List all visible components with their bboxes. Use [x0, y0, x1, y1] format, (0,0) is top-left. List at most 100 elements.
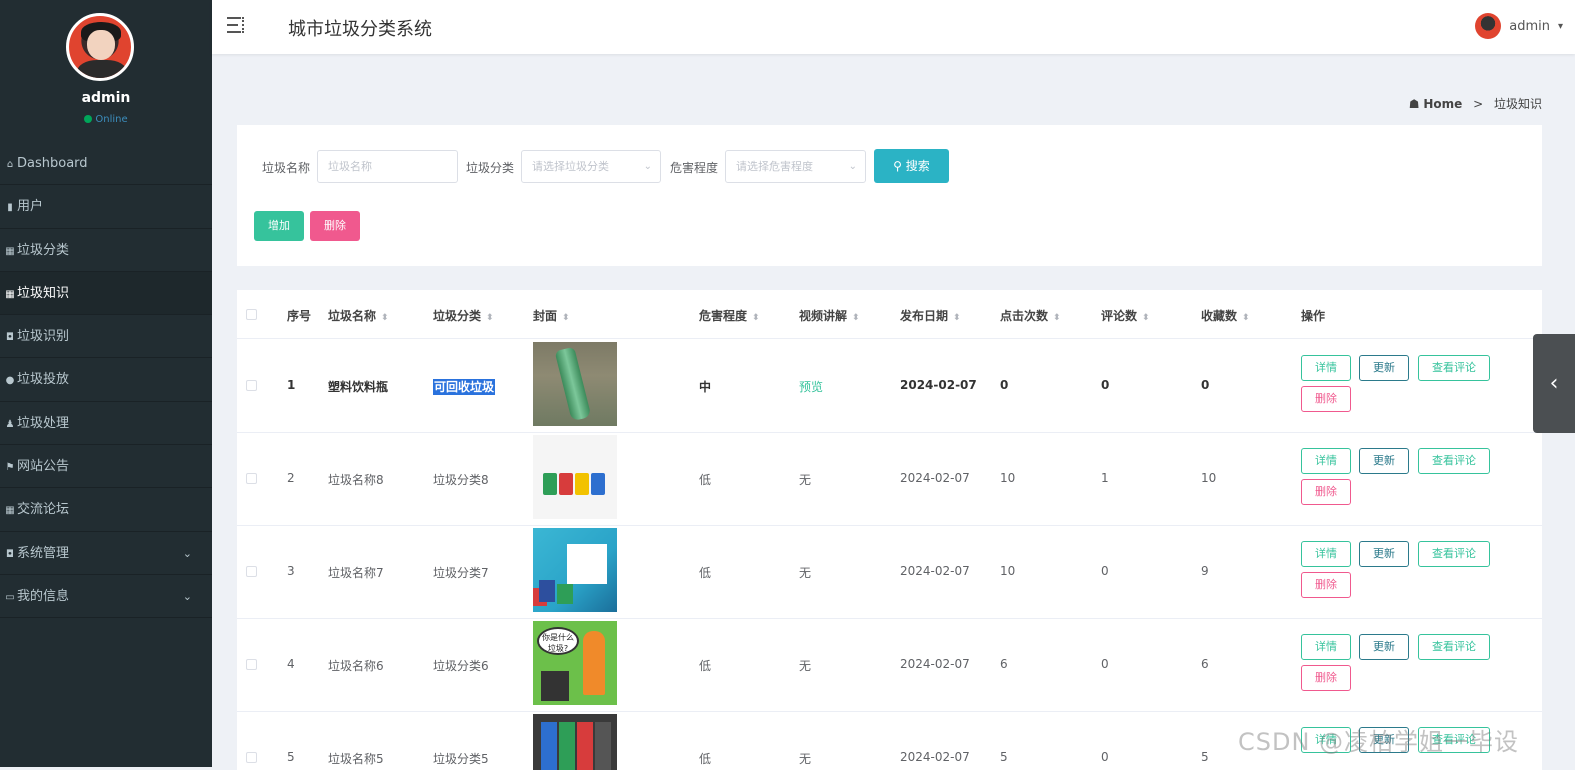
cell-favorites: 6 — [1201, 657, 1209, 671]
grid-icon: ▦ — [5, 288, 15, 300]
chevron-down-icon: ▾ — [1557, 20, 1563, 32]
sidebar-item-garbage-disposal[interactable]: ● 垃圾投放 — [0, 358, 212, 402]
chevron-down-icon: ⌄ — [182, 589, 192, 603]
cell-hazard: 低 — [699, 752, 712, 766]
update-button[interactable]: 更新 — [1359, 448, 1409, 474]
name-search-input[interactable]: 垃圾名称 — [317, 150, 458, 183]
row-checkbox[interactable] — [246, 659, 257, 670]
hazard-select-placeholder: 请选择危害程度 — [736, 160, 813, 173]
update-button[interactable]: 更新 — [1359, 355, 1409, 381]
column-header[interactable]: 封面 ⬍ — [533, 307, 570, 324]
breadcrumb-separator: > — [1473, 97, 1484, 111]
menu-toggle-icon[interactable] — [227, 17, 245, 35]
view-comments-button[interactable]: 查看评论 — [1418, 448, 1490, 474]
sidebar-item-announcements[interactable]: ⚑ 网站公告 — [0, 445, 212, 489]
column-header[interactable]: 危害程度 ⬍ — [699, 307, 760, 324]
update-button[interactable]: 更新 — [1359, 634, 1409, 660]
detail-button[interactable]: 详情 — [1301, 634, 1351, 660]
delete-button[interactable]: 删除 — [1301, 665, 1351, 691]
cell-hazard: 低 — [699, 473, 712, 487]
detail-button[interactable]: 详情 — [1301, 355, 1351, 381]
cover-image[interactable] — [533, 435, 617, 519]
cell-category: 垃圾分类7 — [433, 566, 489, 580]
cover-image[interactable] — [533, 714, 617, 770]
header-user-menu[interactable]: admin ▾ — [1475, 13, 1563, 39]
cell-favorites: 10 — [1201, 471, 1217, 485]
row-checkbox[interactable] — [246, 380, 257, 391]
sidebar-item-garbage-category[interactable]: ▦ 垃圾分类 — [0, 229, 212, 272]
sort-icon[interactable]: ⬍ — [752, 313, 760, 323]
cell-video: 无 — [799, 473, 812, 487]
sidebar-item-label: 垃圾知识 — [17, 285, 70, 301]
cell-comments: 0 — [1101, 378, 1110, 392]
sidebar-item-forum[interactable]: ▦ 交流论坛 — [0, 488, 212, 532]
sort-icon[interactable]: ⬍ — [953, 313, 961, 323]
cover-image[interactable] — [533, 528, 617, 612]
detail-button[interactable]: 详情 — [1301, 448, 1351, 474]
chevron-down-icon: ⌄ — [182, 546, 192, 560]
cover-image[interactable] — [533, 342, 617, 426]
update-button[interactable]: 更新 — [1359, 541, 1409, 567]
watermark: CSDN @凌柏学姐一毕设 — [1238, 728, 1520, 756]
column-header[interactable]: 收藏数 ⬍ — [1201, 307, 1250, 324]
view-comments-button[interactable]: 查看评论 — [1418, 634, 1490, 660]
top-header: 城市垃圾分类系统 admin ▾ — [212, 0, 1575, 54]
search-button[interactable]: ⚲ 搜索 — [874, 149, 949, 183]
breadcrumb-home[interactable]: Home — [1423, 97, 1462, 111]
column-header-label: 危害程度 — [699, 309, 748, 323]
view-comments-button[interactable]: 查看评论 — [1418, 355, 1490, 381]
column-header-label: 操作 — [1301, 309, 1326, 323]
select-all-checkbox[interactable] — [246, 309, 257, 320]
cover-image[interactable]: 你是什么垃圾? — [533, 621, 617, 705]
sidebar-item-label: 用户 — [17, 199, 44, 215]
search-icon: ⚲ — [893, 159, 902, 173]
sidebar-item-garbage-processing[interactable]: ♟ 垃圾处理 — [0, 402, 212, 446]
selected-text: 可回收垃圾 — [433, 379, 496, 395]
category-select[interactable]: 请选择垃圾分类 ⌄ — [521, 150, 661, 183]
delete-button[interactable]: 删除 — [1301, 386, 1351, 412]
sidebar-item-label: 垃圾分类 — [17, 242, 70, 258]
column-header[interactable]: 垃圾名称 ⬍ — [328, 307, 389, 324]
hazard-select[interactable]: 请选择危害程度 ⌄ — [725, 150, 866, 183]
sort-icon[interactable]: ⬍ — [381, 313, 389, 323]
view-comments-button[interactable]: 查看评论 — [1418, 541, 1490, 567]
sidebar-item-garbage-knowledge[interactable]: ▦ 垃圾知识 — [0, 271, 212, 316]
video-preview-link[interactable]: 预览 — [799, 378, 823, 395]
delete-button[interactable]: 删除 — [1301, 572, 1351, 598]
sidebar-item-users[interactable]: ▮ 用户 — [0, 185, 212, 229]
sidebar-item-system-management[interactable]: ◘ 系统管理 ⌄ — [0, 532, 212, 575]
user-avatar[interactable] — [66, 13, 134, 81]
cell-name: 塑料饮料瓶 — [328, 380, 389, 394]
delete-button[interactable]: 删除 — [1301, 479, 1351, 505]
sidebar-item-my-info[interactable]: ▭ 我的信息 ⌄ — [0, 575, 212, 619]
sort-icon[interactable]: ⬍ — [1053, 313, 1061, 323]
column-header[interactable]: 评论数 ⬍ — [1101, 307, 1150, 324]
sort-icon[interactable]: ⬍ — [486, 313, 494, 323]
column-header[interactable]: 垃圾分类 ⬍ — [433, 307, 494, 324]
sidebar-item-garbage-recognition[interactable]: ◘ 垃圾识别 — [0, 315, 212, 359]
user-status-label: Online — [95, 114, 128, 125]
detail-button[interactable]: 详情 — [1301, 541, 1351, 567]
add-button[interactable]: 增加 — [254, 211, 304, 241]
cell-date: 2024-02-07 — [900, 564, 970, 578]
batch-delete-button[interactable]: 删除 — [310, 211, 360, 241]
avatar — [1475, 13, 1502, 39]
column-header[interactable]: 点击次数 ⬍ — [1000, 307, 1061, 324]
sidebar-item-dashboard[interactable]: ⌂ Dashboard — [0, 142, 212, 186]
sidebar-item-label: 垃圾识别 — [17, 329, 70, 345]
column-header[interactable]: 发布日期 ⬍ — [900, 307, 961, 324]
column-header[interactable]: 视频讲解 ⬍ — [799, 307, 860, 324]
row-checkbox[interactable] — [246, 473, 257, 484]
breadcrumb-current: 垃圾知识 — [1493, 97, 1542, 111]
sort-icon[interactable]: ⬍ — [1242, 313, 1250, 323]
side-panel-toggle[interactable]: ‹ — [1533, 334, 1575, 433]
row-checkbox[interactable] — [246, 566, 257, 577]
row-checkbox[interactable] — [246, 752, 257, 763]
sort-icon[interactable]: ⬍ — [562, 313, 570, 323]
user-icon: ♟ — [5, 418, 15, 430]
cell-index: 1 — [287, 378, 296, 392]
sort-icon[interactable]: ⬍ — [852, 313, 860, 323]
column-header-label: 发布日期 — [900, 309, 949, 323]
sort-icon[interactable]: ⬍ — [1142, 313, 1150, 323]
column-header-label: 收藏数 — [1201, 309, 1238, 323]
